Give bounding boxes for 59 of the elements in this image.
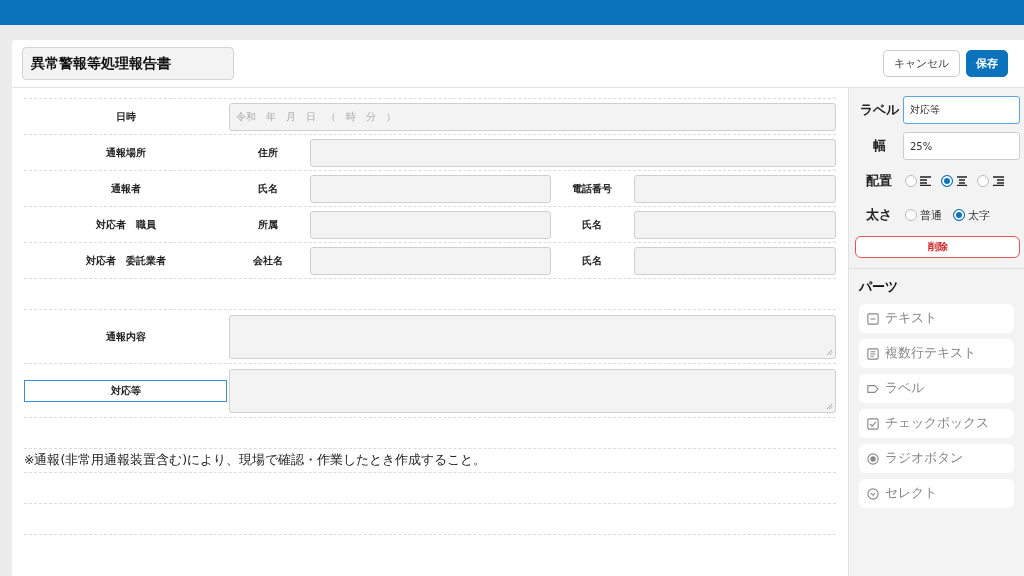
input-field[interactable] (310, 210, 551, 239)
field-label[interactable]: 通報場所 (24, 141, 227, 164)
align-right-icon (992, 176, 1004, 186)
property-label: 配置 (865, 172, 893, 190)
part-item[interactable]: 複数行テキスト (859, 339, 1014, 368)
form-title-field[interactable]: 異常警報等処理報告書 (22, 47, 234, 80)
radio-label: 普通 (920, 207, 942, 223)
input-field[interactable] (634, 210, 836, 239)
input-field[interactable] (310, 174, 551, 203)
width-input-field[interactable]: 25% (903, 132, 1020, 160)
field-label: 電話番号 (570, 181, 613, 196)
align-left-icon (920, 176, 932, 186)
radio-button[interactable] (941, 175, 953, 187)
radio-icon (867, 452, 879, 465)
text-field-icon (867, 312, 879, 325)
input-field[interactable] (634, 174, 836, 203)
dropdown-icon (867, 487, 879, 500)
part-item[interactable]: セレクト (859, 479, 1014, 508)
part-item[interactable]: チェックボックス (859, 409, 1014, 438)
radio-button[interactable] (905, 175, 917, 187)
property-label: ラベル (858, 101, 900, 119)
part-item[interactable]: ラジオボタン (859, 444, 1014, 473)
field-label: 所属 (256, 217, 279, 232)
radio-button[interactable] (905, 209, 917, 221)
label-input-field[interactable]: 対応等 (903, 96, 1020, 124)
property-label: 幅 (871, 137, 887, 155)
radio-button[interactable] (977, 175, 989, 187)
cancel-button[interactable]: キャンセル (883, 50, 960, 77)
field-label[interactable]: 通報内容 (24, 325, 227, 348)
field-label: 住所 (256, 145, 279, 160)
input-field[interactable] (634, 246, 836, 275)
property-label: 太さ (865, 206, 893, 224)
resize-handle-icon[interactable] (826, 348, 833, 356)
delete-button[interactable]: 削除 (855, 236, 1020, 258)
field-label: 氏名 (580, 253, 603, 268)
field-label[interactable]: 通報者 (24, 177, 227, 200)
textarea-field[interactable] (229, 314, 836, 359)
multiline-text-icon (867, 347, 879, 360)
field-label[interactable]: 対応者 委託業者 (24, 249, 227, 272)
field-label: 氏名 (580, 217, 603, 232)
field-label[interactable]: 日時 (24, 105, 227, 128)
field-label: 会社名 (251, 253, 284, 268)
field-label: 氏名 (256, 181, 279, 196)
checkbox-icon (867, 417, 879, 430)
resize-handle-icon[interactable] (826, 402, 833, 410)
note-text: ※通報(非常用通報装置含む)により、現場で確認・作業したとき作成すること。 (24, 452, 487, 469)
radio-button[interactable] (953, 209, 965, 221)
input-field[interactable] (310, 246, 551, 275)
part-item[interactable]: テキスト (859, 304, 1014, 333)
part-item[interactable]: ラベル (859, 374, 1014, 403)
save-button[interactable]: 保存 (966, 50, 1008, 77)
input-field[interactable] (310, 138, 836, 167)
radio-label: 太字 (968, 207, 990, 223)
textarea-field[interactable] (229, 368, 836, 413)
field-label[interactable]: 対応等 (24, 379, 227, 402)
tag-icon (867, 382, 879, 395)
align-center-icon (956, 176, 968, 186)
parts-heading: パーツ (859, 279, 899, 296)
field-label[interactable]: 対応者 職員 (24, 213, 227, 236)
